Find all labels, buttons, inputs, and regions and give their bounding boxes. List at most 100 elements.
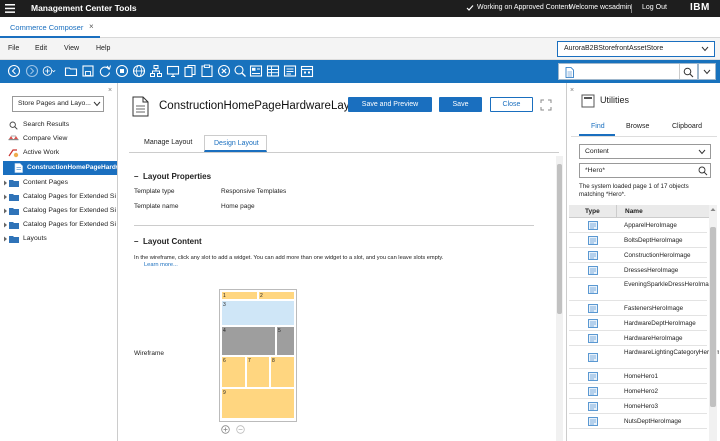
search-options-button[interactable] xyxy=(698,63,716,80)
scrollbar[interactable] xyxy=(709,205,717,441)
table-row[interactable]: HomeHero2 xyxy=(569,384,707,399)
explorer-filter-select[interactable]: Store Pages and Layo... xyxy=(12,96,104,112)
learn-more-link[interactable]: Learn more... xyxy=(144,262,178,268)
wireframe-slot-7[interactable]: 7 xyxy=(246,356,270,388)
back-icon[interactable] xyxy=(7,64,21,78)
preview-icon[interactable] xyxy=(166,64,180,78)
expand-icon[interactable] xyxy=(3,180,8,186)
wireframe-slot-2[interactable]: 2 xyxy=(258,291,295,300)
column-header-name[interactable]: Name xyxy=(625,208,643,215)
collapse-toggle[interactable]: – xyxy=(134,237,138,246)
explorer-item-catalog-pages-3[interactable]: Catalog Pages for Extended Sit xyxy=(3,220,116,231)
collapse-toggle[interactable]: – xyxy=(134,172,138,181)
tab-clipboard[interactable]: Clipboard xyxy=(672,123,702,130)
clear-icon[interactable] xyxy=(217,64,231,78)
folder-icon xyxy=(9,235,19,243)
table-row[interactable]: HardwareHeroImage xyxy=(569,331,707,346)
expand-icon[interactable] xyxy=(3,222,8,228)
expand-icon[interactable] xyxy=(3,236,8,242)
table-row[interactable]: EveningSparkleDressHeroImage xyxy=(569,278,716,301)
table-row[interactable]: HomeHero1 xyxy=(569,369,707,384)
close-icon[interactable]: × xyxy=(89,22,94,31)
table-row[interactable]: HardwareDeptHeroImage xyxy=(569,316,707,331)
menu-file[interactable]: File xyxy=(8,45,19,52)
stop-icon[interactable] xyxy=(115,64,129,78)
save-icon[interactable] xyxy=(81,64,95,78)
table-row[interactable]: ApparelHeroImage xyxy=(569,218,707,233)
scroll-up-icon[interactable] xyxy=(710,207,716,212)
new-icon[interactable] xyxy=(42,64,60,78)
explorer-item-selected-page[interactable]: ConstructionHomePageHardw xyxy=(3,161,117,175)
wireframe-slot-1[interactable]: 1 xyxy=(221,291,258,300)
row-name: HomeHero3 xyxy=(624,403,658,410)
find-search-input[interactable]: *Hero* xyxy=(579,163,711,178)
scrollbar-thumb[interactable] xyxy=(710,227,716,407)
wireframe-slot-5[interactable]: 5 xyxy=(276,326,295,356)
explorer-item-catalog-pages-1[interactable]: Catalog Pages for Extended Sit xyxy=(3,192,116,203)
paste-icon[interactable] xyxy=(200,64,214,78)
explorer-item-search-results[interactable]: Search Results xyxy=(8,120,116,131)
save-and-preview-button[interactable]: Save and Preview xyxy=(348,97,432,112)
menu-icon[interactable] xyxy=(4,3,16,14)
scrollbar-thumb[interactable] xyxy=(557,164,562,314)
menu-help[interactable]: Help xyxy=(96,45,110,52)
tab-find[interactable]: Find xyxy=(579,118,615,136)
form-icon[interactable] xyxy=(283,64,297,78)
save-button[interactable]: Save xyxy=(439,97,482,112)
workspace-status[interactable]: Working on Approved Content xyxy=(477,4,570,11)
tab-design-layout[interactable]: Design Layout xyxy=(204,135,267,152)
grid-icon[interactable] xyxy=(249,64,263,78)
wireframe-slot-6[interactable]: 6 xyxy=(221,356,246,388)
menu-view[interactable]: View xyxy=(64,45,79,52)
zoom-out-icon[interactable] xyxy=(236,425,245,434)
tree-icon[interactable] xyxy=(149,64,163,78)
table-row[interactable]: HardwareLightingCategoryHeroImage xyxy=(569,346,719,369)
tab-browse[interactable]: Browse xyxy=(626,123,649,130)
store-select[interactable]: AuroraB2BStorefrontAssetStore xyxy=(557,41,715,57)
expand-icon[interactable] xyxy=(3,208,8,214)
table-row[interactable]: NutsDeptHeroImage xyxy=(569,414,707,429)
menu-edit[interactable]: Edit xyxy=(35,45,47,52)
globe-icon[interactable] xyxy=(132,64,146,78)
column-header-type[interactable]: Type xyxy=(585,208,600,215)
open-icon[interactable] xyxy=(64,64,78,78)
copy-icon[interactable] xyxy=(183,64,197,78)
explorer-item-active-work[interactable]: Active Work xyxy=(8,148,116,159)
zoom-in-icon[interactable] xyxy=(221,425,230,434)
explorer-item-layouts[interactable]: Layouts xyxy=(3,234,116,245)
table-row[interactable]: BoltsDeptHeroImage xyxy=(569,233,707,248)
search-icon[interactable] xyxy=(233,64,247,78)
forward-icon[interactable] xyxy=(25,64,39,78)
explorer-item-content-pages[interactable]: Content Pages xyxy=(3,178,116,189)
global-search-input[interactable] xyxy=(558,63,698,80)
wireframe-slot-3[interactable]: 3 xyxy=(221,300,295,326)
tab-commerce-composer[interactable]: Commerce Composer × xyxy=(0,17,100,38)
calendar-icon[interactable] xyxy=(300,64,314,78)
divider xyxy=(129,152,559,153)
table-row[interactable]: FastenersHeroImage xyxy=(569,301,707,316)
row-name: ConstructionHeroImage xyxy=(624,252,691,259)
utilities-icon xyxy=(581,94,595,108)
template-type-value: Responsive Templates xyxy=(221,188,287,195)
search-icon[interactable] xyxy=(683,67,694,78)
search-icon[interactable] xyxy=(698,166,708,176)
table-icon[interactable] xyxy=(266,64,280,78)
expand-icon[interactable] xyxy=(3,194,8,200)
object-type-select[interactable]: Content xyxy=(579,144,711,159)
table-row[interactable]: HomeHero3 xyxy=(569,399,707,414)
scrollbar[interactable] xyxy=(556,156,563,441)
refresh-icon[interactable] xyxy=(98,64,112,78)
explorer-item-compare-view[interactable]: Compare View xyxy=(8,134,116,145)
wireframe-slot-8[interactable]: 8 xyxy=(270,356,295,388)
table-row[interactable]: DressesHeroImage xyxy=(569,263,707,278)
close-button[interactable]: Close xyxy=(490,97,533,112)
wireframe-slot-4[interactable]: 4 xyxy=(221,326,276,356)
explorer-item-catalog-pages-2[interactable]: Catalog Pages for Extended Sit xyxy=(3,206,116,217)
table-row[interactable]: ConstructionHeroImage xyxy=(569,248,707,263)
tab-manage-layout[interactable]: Manage Layout xyxy=(144,139,192,146)
logout-link[interactable]: Log Out xyxy=(642,4,667,11)
collapse-icon[interactable]: × xyxy=(108,87,112,94)
wireframe-slot-9[interactable]: 9 xyxy=(221,388,295,419)
maximize-icon[interactable] xyxy=(540,99,552,111)
collapse-icon[interactable]: × xyxy=(570,87,574,94)
